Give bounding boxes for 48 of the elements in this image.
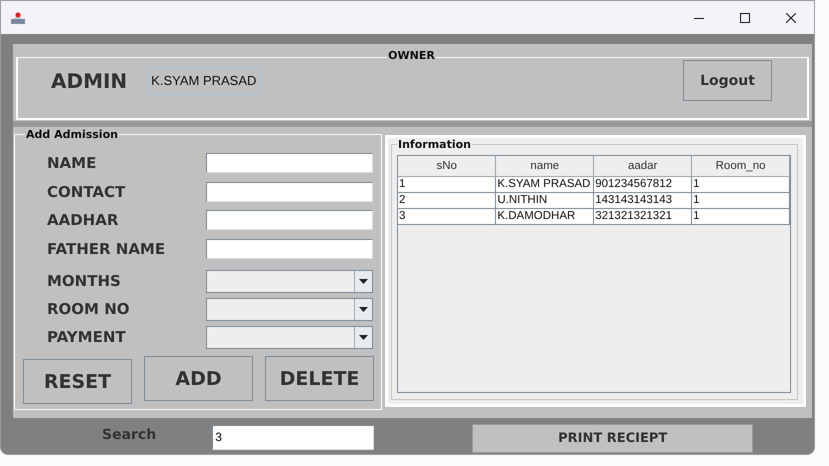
owner-name: K.SYAM PRASAD: [147, 67, 260, 94]
column-header[interactable]: sNo: [398, 156, 496, 176]
column-header[interactable]: Room_no: [692, 156, 790, 176]
panel-title: OWNER: [387, 49, 436, 62]
field-label: CONTACT: [47, 182, 126, 203]
caret-icon: [359, 306, 368, 312]
table-cell: 1: [692, 208, 790, 224]
logout-button[interactable]: Logout: [683, 60, 772, 101]
table-cell: 143143143143: [594, 192, 692, 208]
caret-icon: [359, 278, 368, 284]
table-cell: K.DAMODHAR: [496, 208, 594, 224]
search-field[interactable]: 3: [212, 424, 374, 450]
search-label: Search: [102, 426, 156, 442]
field-label: PAYMENT: [47, 327, 127, 348]
action-button[interactable]: RESET: [23, 359, 132, 404]
table-cell: 321321321321: [594, 208, 692, 224]
close-icon: [786, 12, 796, 22]
dropdown[interactable]: [206, 326, 373, 348]
table-cell: U.NITHIN: [496, 192, 594, 208]
text-field[interactable]: [206, 238, 373, 259]
print-receipt-button[interactable]: PRINT RECIEPT: [472, 424, 754, 453]
table-cell: 1: [692, 176, 790, 192]
table-cell: 3: [398, 208, 496, 224]
text-field[interactable]: [206, 210, 373, 230]
table-cell: 1: [398, 176, 496, 192]
panel-title: Information: [397, 138, 472, 151]
text-field[interactable]: [206, 182, 373, 202]
action-button[interactable]: ADD: [144, 356, 253, 401]
panel-title: Add Admission: [25, 128, 119, 141]
table-cell: 1: [692, 192, 790, 208]
field-label: FATHER NAME: [47, 238, 166, 260]
table-cell: 901234567812: [594, 176, 692, 192]
field-label: NAME: [47, 153, 98, 174]
table-cell: 2: [398, 192, 496, 208]
dropdown[interactable]: [206, 298, 373, 320]
field-label: ROOM NO: [47, 299, 131, 320]
table-cell: K.SYAM PRASAD: [496, 176, 594, 192]
action-button[interactable]: DELETE: [265, 356, 374, 401]
role-label: ADMIN: [51, 68, 128, 92]
app-icon: [10, 10, 26, 26]
field-label: MONTHS: [47, 271, 122, 292]
text-field[interactable]: [206, 153, 373, 174]
field-label: AADHAR: [47, 210, 120, 232]
column-header[interactable]: name: [496, 156, 594, 176]
column-header[interactable]: aadar: [594, 156, 692, 176]
maximize-icon: [740, 12, 750, 22]
dropdown[interactable]: [206, 270, 373, 292]
caret-icon: [359, 334, 368, 340]
